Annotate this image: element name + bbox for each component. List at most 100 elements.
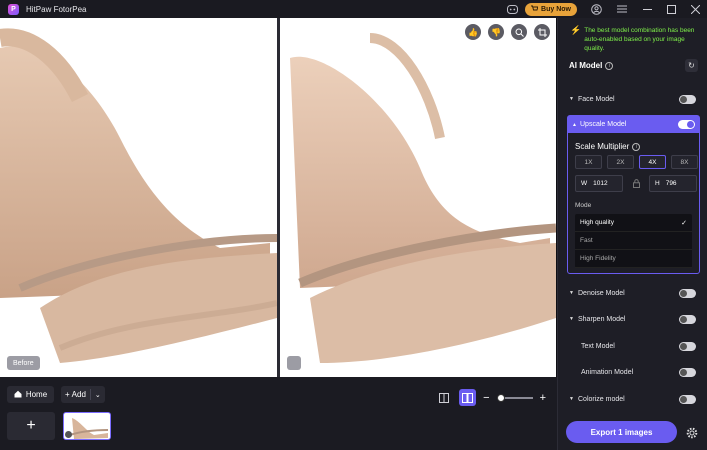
- settings-panel: ⚡ The best model combination has been au…: [557, 18, 707, 450]
- upscale-model-header[interactable]: ▲ Upscale Model: [568, 116, 699, 133]
- sharpen-model-label: Sharpen Model: [578, 315, 626, 323]
- width-field[interactable]: W 1012: [575, 175, 623, 192]
- add-label: Add: [71, 390, 86, 399]
- check-icon: ✓: [681, 219, 687, 227]
- upscale-model-toggle[interactable]: [678, 120, 695, 129]
- home-icon: [14, 390, 22, 400]
- home-button[interactable]: Home: [7, 386, 54, 403]
- home-label: Home: [25, 390, 48, 399]
- after-label[interactable]: [287, 356, 301, 370]
- ai-model-label: AI Model: [569, 61, 603, 70]
- upscale-model-card: ▲ Upscale Model Scale Multiplier i 1X 2X…: [567, 115, 700, 274]
- app-logo: P: [8, 3, 19, 15]
- text-model-toggle[interactable]: [679, 341, 696, 351]
- caret-up-icon: ▲: [572, 121, 577, 128]
- menu-icon[interactable]: [615, 2, 629, 16]
- denoise-model-label: Denoise Model: [578, 289, 625, 297]
- mode-option-label: High quality: [580, 219, 614, 226]
- width-label: W: [581, 180, 588, 187]
- caret-down-icon: ▼: [569, 96, 574, 102]
- cart-icon: [531, 5, 539, 14]
- zoom-icon[interactable]: [511, 24, 527, 40]
- crop-icon[interactable]: [534, 24, 550, 40]
- scale-multiplier-title: Scale Multiplier i: [575, 142, 641, 151]
- view-controls: − +: [435, 389, 546, 406]
- mode-dropdown-list: High quality ✓ Fast High Fidelity: [575, 214, 692, 268]
- mode-option-fast[interactable]: Fast: [575, 232, 692, 250]
- refresh-icon[interactable]: ↻: [685, 59, 698, 72]
- model-row-face[interactable]: ▼ Face Model: [569, 92, 696, 106]
- after-image: [290, 33, 556, 363]
- zoom-out-icon[interactable]: −: [483, 392, 489, 404]
- scale-options: 1X 2X 4X 8X: [575, 155, 698, 169]
- mode-option-high-quality[interactable]: High quality ✓: [575, 214, 692, 232]
- lock-icon[interactable]: [628, 175, 644, 192]
- animation-model-toggle[interactable]: [679, 367, 696, 377]
- height-field[interactable]: H 796: [649, 175, 697, 192]
- face-model-label: Face Model: [578, 95, 615, 103]
- before-image: [0, 28, 277, 363]
- denoise-model-toggle[interactable]: [679, 288, 696, 298]
- after-pane: 👍 👎: [280, 18, 556, 377]
- chevron-down-icon[interactable]: ⌄: [91, 391, 105, 399]
- mode-label: Mode: [575, 202, 592, 209]
- scale-multiplier-label: Scale Multiplier: [575, 142, 630, 151]
- model-row-denoise[interactable]: ▼ Denoise Model: [569, 286, 696, 300]
- colorize-model-label: Colorize model: [578, 395, 625, 403]
- caret-down-icon: ▼: [569, 290, 574, 296]
- model-row-sharpen[interactable]: ▼ Sharpen Model: [569, 312, 696, 326]
- scale-8x-button[interactable]: 8X: [671, 155, 698, 169]
- image-thumbnail[interactable]: [63, 412, 111, 440]
- add-image-tile[interactable]: +: [7, 412, 55, 440]
- buy-now-button[interactable]: Buy Now: [525, 2, 577, 16]
- app-title: HitPaw FotorPea: [26, 4, 87, 14]
- viewer-tools: 👍 👎: [465, 24, 550, 40]
- title-bar: P HitPaw FotorPea Buy Now: [0, 0, 707, 18]
- height-label: H: [655, 180, 660, 187]
- gear-icon[interactable]: [684, 425, 699, 440]
- sharpen-model-toggle[interactable]: [679, 314, 696, 324]
- bottom-bar: Home + Add ⌄ + − +: [0, 377, 557, 450]
- face-model-toggle[interactable]: [679, 94, 696, 104]
- maximize-button[interactable]: [659, 0, 683, 18]
- scale-4x-button[interactable]: 4X: [639, 155, 666, 169]
- mode-option-label: High Fidelity: [580, 255, 616, 262]
- side-by-side-view-icon[interactable]: [459, 389, 477, 406]
- dimensions-row: W 1012 H 796: [575, 175, 697, 192]
- split-view-icon[interactable]: [435, 389, 452, 406]
- model-row-text[interactable]: Text Model: [569, 339, 696, 353]
- info-icon[interactable]: i: [605, 61, 614, 70]
- buy-now-label: Buy Now: [541, 5, 571, 13]
- before-pane: Before: [0, 18, 277, 377]
- ai-model-title: AI Model i: [569, 61, 614, 70]
- thumbs-down-icon[interactable]: 👎: [488, 24, 504, 40]
- close-button[interactable]: [683, 0, 707, 18]
- zoom-in-icon[interactable]: +: [540, 392, 546, 404]
- mode-option-high-fidelity[interactable]: High Fidelity: [575, 250, 692, 268]
- notice-text: The best model combination has been auto…: [584, 27, 695, 52]
- export-button[interactable]: Export 1 images: [566, 421, 677, 443]
- remove-thumbnail-icon[interactable]: [65, 431, 72, 438]
- before-label[interactable]: Before: [7, 356, 40, 370]
- scale-1x-button[interactable]: 1X: [575, 155, 602, 169]
- info-icon[interactable]: i: [632, 142, 641, 151]
- colorize-model-toggle[interactable]: [679, 394, 696, 404]
- mode-option-label: Fast: [580, 237, 593, 244]
- model-row-colorize[interactable]: ▼ Colorize model: [569, 392, 696, 406]
- zoom-slider[interactable]: [496, 393, 533, 402]
- lightning-icon: ⚡: [570, 25, 582, 35]
- upscale-model-label: Upscale Model: [580, 121, 627, 128]
- width-value: 1012: [593, 180, 608, 187]
- zoom-slider-handle[interactable]: [496, 393, 505, 402]
- account-icon[interactable]: [589, 2, 603, 16]
- discord-icon[interactable]: [505, 2, 519, 16]
- model-row-animation[interactable]: Animation Model: [569, 365, 696, 379]
- thumbs-up-icon[interactable]: 👍: [465, 24, 481, 40]
- animation-model-label: Animation Model: [581, 368, 634, 376]
- caret-down-icon: ▼: [569, 316, 574, 322]
- image-viewer: Before 👍 👎: [0, 18, 557, 377]
- text-model-label: Text Model: [581, 342, 615, 350]
- add-button[interactable]: + Add ⌄: [61, 386, 105, 403]
- scale-2x-button[interactable]: 2X: [607, 155, 634, 169]
- minimize-button[interactable]: [635, 0, 659, 18]
